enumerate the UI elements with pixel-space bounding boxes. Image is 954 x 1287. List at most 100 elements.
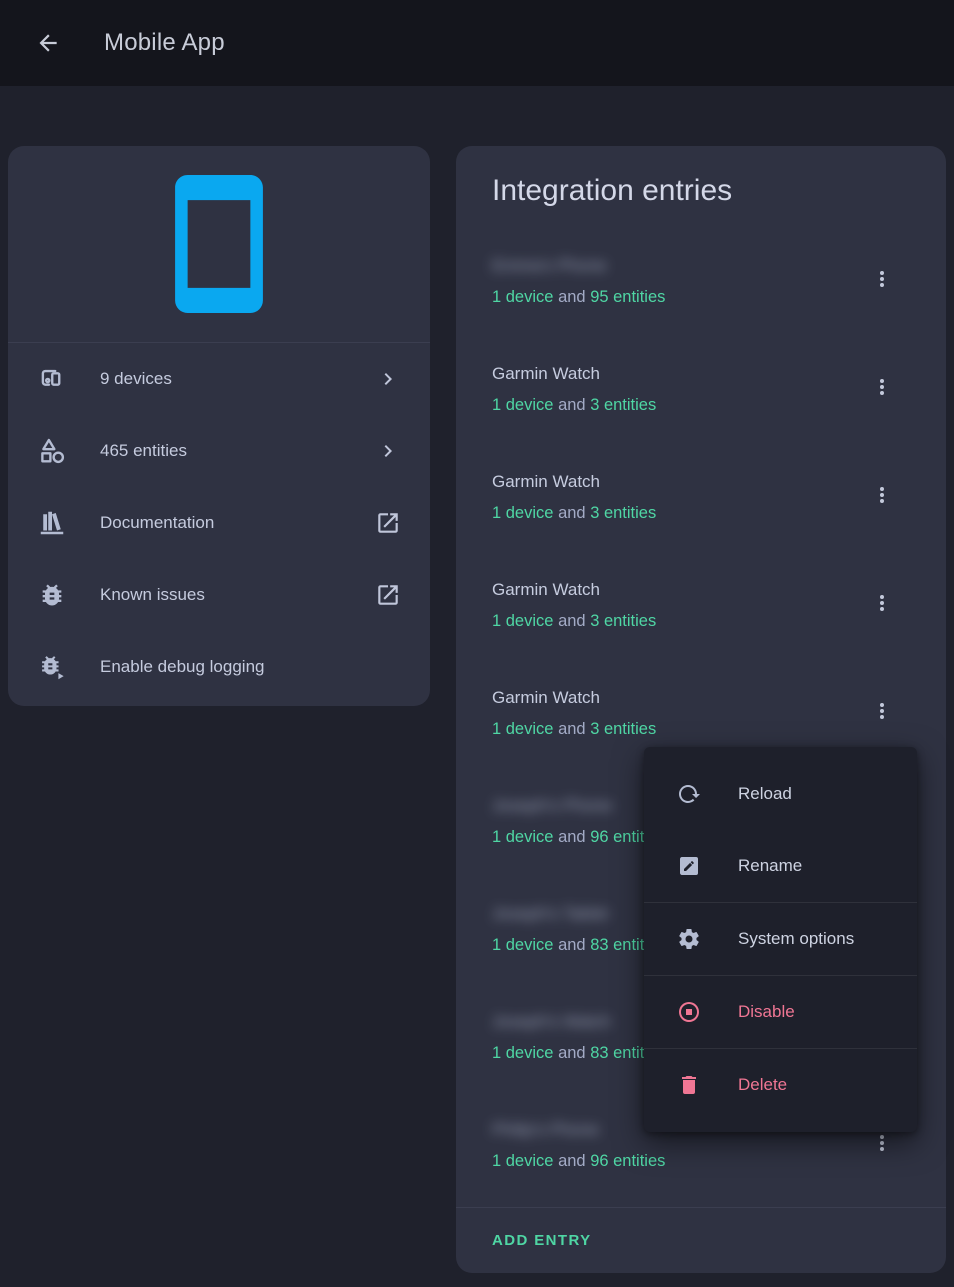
dots-vertical-icon <box>870 375 894 399</box>
device-count: 1 device <box>492 612 553 630</box>
reload-icon <box>677 782 701 806</box>
entry-row[interactable]: Garmin Watch 1 device and 3 entities <box>456 458 946 566</box>
and-word: and <box>558 936 586 954</box>
entry-row[interactable]: Garmin Watch 1 device and 3 entities <box>456 350 946 458</box>
menu-item-label: Rename <box>738 856 802 876</box>
and-word: and <box>558 828 586 846</box>
entry-summary: 1 device and 3 entities <box>492 396 656 415</box>
device-count: 1 device <box>492 720 553 738</box>
entry-context-menu: Reload Rename System options Disable Del… <box>644 747 917 1132</box>
device-count: 1 device <box>492 288 553 306</box>
add-entry-button[interactable]: ADD ENTRY <box>492 1232 592 1249</box>
device-count: 1 device <box>492 396 553 414</box>
entry-name: Joseph's Phone <box>492 796 612 816</box>
pencil-box-icon <box>677 854 701 878</box>
arrow-left-icon <box>35 30 61 56</box>
entry-summary: 1 device and 3 entities <box>492 720 656 739</box>
entity-count: 95 entities <box>590 288 665 306</box>
bug-icon <box>36 579 68 611</box>
enable-debug-logging-row[interactable]: Enable debug logging <box>8 631 430 703</box>
known-issues-row-label: Known issues <box>100 585 374 605</box>
and-word: and <box>558 1152 586 1170</box>
entry-name: Joseph's Watch <box>492 1012 611 1032</box>
entry-summary: 1 device and 96 entities <box>492 828 665 847</box>
dots-vertical-icon <box>870 591 894 615</box>
entry-menu-button[interactable] <box>867 1128 897 1158</box>
devices-icon <box>36 363 68 395</box>
open-in-new-icon <box>374 581 402 609</box>
entry-name: Garmin Watch <box>492 688 600 708</box>
entry-summary: 1 device and 83 entities <box>492 936 665 955</box>
and-word: and <box>558 720 586 738</box>
device-count: 1 device <box>492 828 553 846</box>
menu-item-reload[interactable]: Reload <box>644 758 917 830</box>
chevron-right-icon <box>374 365 402 393</box>
enable-debug-logging-label: Enable debug logging <box>100 657 402 677</box>
entries-card-title: Integration entries <box>456 146 946 208</box>
menu-item-rename[interactable]: Rename <box>644 830 917 902</box>
dots-vertical-icon <box>870 699 894 723</box>
entry-summary: 1 device and 96 entities <box>492 1152 665 1171</box>
and-word: and <box>558 1044 586 1062</box>
entry-name: Joseph's Tablet <box>492 904 608 924</box>
chevron-right-icon <box>374 437 402 465</box>
app-header: Mobile App <box>0 0 954 86</box>
cellphone-icon <box>175 175 263 313</box>
back-button[interactable] <box>24 19 72 67</box>
stop-circle-icon <box>677 1000 701 1024</box>
menu-item-delete[interactable]: Delete <box>644 1049 917 1121</box>
and-word: and <box>558 504 586 522</box>
entities-row[interactable]: 465 entities <box>8 415 430 487</box>
menu-item-label: System options <box>738 929 854 949</box>
bookshelf-icon <box>36 507 68 539</box>
entries-footer: ADD ENTRY <box>456 1207 946 1273</box>
dots-vertical-icon <box>870 267 894 291</box>
entity-count: 3 entities <box>590 504 656 522</box>
open-in-new-icon <box>374 509 402 537</box>
cog-icon <box>677 927 701 951</box>
device-count: 1 device <box>492 936 553 954</box>
entry-menu-button[interactable] <box>867 480 897 510</box>
integration-hero <box>8 146 430 343</box>
entry-name: Garmin Watch <box>492 580 600 600</box>
menu-item-disable[interactable]: Disable <box>644 976 917 1048</box>
entities-row-label: 465 entities <box>100 441 374 461</box>
shapes-icon <box>36 435 68 467</box>
entity-count: 3 entities <box>590 720 656 738</box>
known-issues-row[interactable]: Known issues <box>8 559 430 631</box>
entry-menu-button[interactable] <box>867 588 897 618</box>
devices-row[interactable]: 9 devices <box>8 343 430 415</box>
entry-name: Garmin Watch <box>492 364 600 384</box>
entry-row[interactable]: Garmin Watch 1 device and 3 entities <box>456 566 946 674</box>
entity-count: 3 entities <box>590 396 656 414</box>
entry-name: Garmin Watch <box>492 472 600 492</box>
page-title: Mobile App <box>104 29 225 57</box>
device-count: 1 device <box>492 1044 553 1062</box>
entry-summary: 1 device and 3 entities <box>492 612 656 631</box>
entry-menu-button[interactable] <box>867 696 897 726</box>
and-word: and <box>558 396 586 414</box>
dots-vertical-icon <box>870 483 894 507</box>
entry-menu-button[interactable] <box>867 372 897 402</box>
entry-row[interactable]: Emma's Phone 1 device and 95 entities <box>456 242 946 350</box>
menu-item-label: Reload <box>738 784 792 804</box>
entry-menu-button[interactable] <box>867 264 897 294</box>
and-word: and <box>558 612 586 630</box>
and-word: and <box>558 288 586 306</box>
delete-icon <box>677 1073 701 1097</box>
dots-vertical-icon <box>870 1131 894 1155</box>
device-count: 1 device <box>492 1152 553 1170</box>
entry-name: Emma's Phone <box>492 256 607 276</box>
entity-count: 96 entities <box>590 1152 665 1170</box>
entity-count: 3 entities <box>590 612 656 630</box>
entry-summary: 1 device and 95 entities <box>492 288 665 307</box>
documentation-row[interactable]: Documentation <box>8 487 430 559</box>
menu-item-label: Delete <box>738 1075 787 1095</box>
device-count: 1 device <box>492 504 553 522</box>
devices-row-label: 9 devices <box>100 369 374 389</box>
entry-summary: 1 device and 3 entities <box>492 504 656 523</box>
entry-summary: 1 device and 83 entities <box>492 1044 665 1063</box>
menu-item-system-options[interactable]: System options <box>644 903 917 975</box>
menu-item-label: Disable <box>738 1002 795 1022</box>
integration-info-card: 9 devices 465 entities Documentation <box>8 146 430 706</box>
